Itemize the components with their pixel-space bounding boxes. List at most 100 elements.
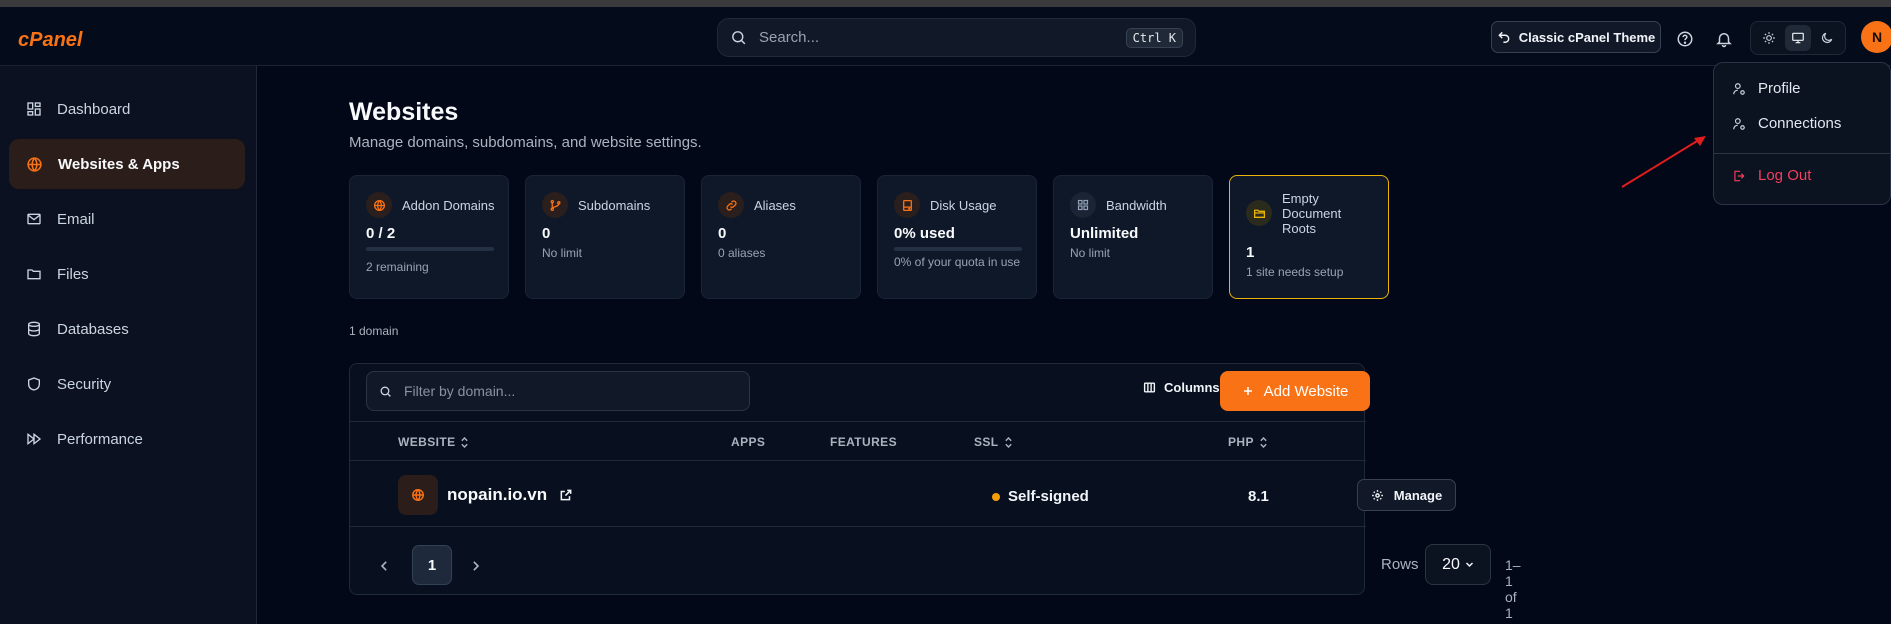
gear-icon: [1371, 489, 1383, 501]
domain-count: 1 domain: [349, 324, 399, 338]
stat-card-sub: No limit: [542, 246, 583, 260]
stat-card-value: Unlimited: [1070, 225, 1139, 242]
globe-icon: [373, 199, 385, 211]
git-branch-icon: [550, 199, 560, 211]
column-header-php[interactable]: PHP: [1228, 435, 1268, 449]
system-theme-toggle[interactable]: [1784, 25, 1811, 51]
manage-label: Manage: [1393, 487, 1443, 503]
folder-open-icon: [1253, 209, 1265, 218]
page-subtitle: Manage domains, subdomains, and website …: [349, 134, 702, 151]
sidebar-item-label: Files: [57, 265, 89, 283]
sidebar-item-email[interactable]: Email: [9, 194, 245, 244]
add-website-button[interactable]: Add Website: [1220, 371, 1370, 411]
moon-icon: [1821, 32, 1832, 43]
columns-button[interactable]: Columns: [1143, 380, 1220, 395]
stat-card-label: Empty Document Roots: [1282, 191, 1342, 236]
sidebar-item-label: Security: [57, 375, 112, 393]
sort-icon: [1260, 436, 1267, 448]
sidebar: Dashboard Websites & Apps Email Files Da…: [0, 66, 257, 624]
sort-icon: [1004, 436, 1012, 448]
sidebar-item-label: Email: [57, 210, 95, 228]
column-header-ssl[interactable]: SSL: [974, 435, 1013, 449]
table-row: nopain.io.vn Self-signed 8.1 Manage: [350, 461, 1456, 527]
hard-drive-icon: [902, 199, 912, 211]
stat-card-subdomains[interactable]: Subdomains 0 No limit: [525, 175, 685, 299]
stat-card-empty-document-roots[interactable]: Empty Document Roots 1 1 site needs setu…: [1229, 175, 1389, 299]
theme-switcher: [1750, 21, 1846, 55]
rows-per-page-select[interactable]: 20: [1425, 544, 1491, 585]
stat-card-label: Subdomains: [578, 198, 651, 213]
mail-icon: [27, 213, 41, 225]
user-dropdown-menu: Profile Connections Log Out: [1713, 62, 1891, 205]
website-domain[interactable]: nopain.io.vn: [447, 485, 547, 505]
stat-card-label: Bandwidth: [1106, 198, 1167, 213]
search-icon: [380, 386, 391, 397]
menu-item-profile[interactable]: Profile: [1732, 80, 1801, 97]
page-title: Websites: [349, 98, 459, 126]
pagination-page-1[interactable]: 1: [412, 545, 452, 585]
annotation-arrow: [1621, 136, 1706, 188]
column-header-apps: APPS: [731, 435, 766, 449]
sidebar-item-label: Websites & Apps: [58, 155, 180, 173]
user-cog-icon: [1733, 82, 1745, 95]
column-header-features: FEATURES: [830, 435, 897, 449]
ssl-status-dot: [992, 492, 1000, 501]
chevron-right-icon[interactable]: [471, 561, 480, 571]
stat-card-value: 0: [718, 225, 727, 242]
stat-card-sub: 0% of your quota in use: [894, 255, 1021, 269]
search-placeholder: Search...: [759, 29, 820, 46]
monitor-icon: [1792, 32, 1804, 44]
column-header-website[interactable]: WEBSITE: [398, 435, 469, 449]
global-search[interactable]: Search... Ctrl K: [717, 18, 1196, 57]
classic-theme-label: Classic cPanel Theme: [1518, 29, 1656, 45]
dark-theme-toggle[interactable]: [1814, 25, 1840, 51]
stat-card-value: 1: [1246, 244, 1255, 261]
pagination-range: 1–1 of 1: [1505, 557, 1521, 621]
user-avatar[interactable]: N: [1861, 21, 1891, 53]
classic-theme-button[interactable]: Classic cPanel Theme: [1491, 21, 1661, 53]
user-cog-icon: [1733, 117, 1745, 130]
external-link-icon[interactable]: [559, 488, 573, 502]
stat-card-sub: 2 remaining: [366, 260, 429, 274]
cpanel-logo-text: cPanel: [18, 29, 83, 51]
light-theme-toggle[interactable]: [1756, 25, 1782, 51]
stat-card-disk-usage[interactable]: Disk Usage 0% used 0% of your quota in u…: [877, 175, 1037, 299]
php-version: 8.1: [1248, 488, 1269, 505]
stat-card-bandwidth[interactable]: Bandwidth Unlimited No limit: [1053, 175, 1213, 299]
log-out-icon: [1734, 170, 1745, 181]
stat-card-sub: 1 site needs setup: [1246, 265, 1344, 279]
ssl-status-label: Self-signed: [1008, 488, 1089, 505]
stat-card-addon-domains[interactable]: Addon Domains 0 / 2 2 remaining: [349, 175, 509, 299]
chevron-left-icon[interactable]: [380, 561, 389, 571]
columns-label: Columns: [1164, 380, 1220, 395]
sidebar-item-files[interactable]: Files: [9, 249, 245, 299]
stat-card-label: Addon Domains: [402, 198, 495, 213]
stat-card-aliases[interactable]: Aliases 0 0 aliases: [701, 175, 861, 299]
sun-icon: [1763, 32, 1776, 44]
sidebar-item-databases[interactable]: Databases: [9, 304, 245, 354]
disk-usage-progress: [894, 247, 1022, 251]
rows-per-page-label: Rows: [1381, 556, 1419, 573]
sidebar-item-label: Dashboard: [57, 100, 131, 118]
plus-icon: [1243, 387, 1252, 395]
columns-icon: [1143, 382, 1156, 393]
sidebar-item-label: Databases: [57, 320, 129, 338]
sidebar-item-security[interactable]: Security: [9, 359, 245, 409]
menu-item-connections[interactable]: Connections: [1732, 115, 1841, 132]
sidebar-item-dashboard[interactable]: Dashboard: [9, 84, 245, 134]
menu-item-logout[interactable]: Log Out: [1732, 167, 1811, 184]
sidebar-item-performance[interactable]: Performance: [9, 414, 245, 464]
bell-icon[interactable]: [1715, 30, 1733, 48]
add-website-label: Add Website: [1263, 382, 1349, 400]
menu-separator: [1714, 153, 1891, 154]
stat-card-value: 0: [542, 225, 551, 242]
domain-filter-input[interactable]: Filter by domain...: [366, 371, 750, 411]
folder-icon: [27, 269, 41, 280]
sidebar-item-websites-apps[interactable]: Websites & Apps: [9, 139, 245, 189]
search-icon: [732, 31, 746, 45]
manage-button[interactable]: Manage: [1357, 479, 1456, 511]
sort-icon: [461, 436, 469, 448]
cpanel-logo[interactable]: cPanel: [18, 27, 118, 53]
ssl-status: Self-signed: [992, 488, 1089, 505]
help-icon[interactable]: [1676, 30, 1694, 48]
